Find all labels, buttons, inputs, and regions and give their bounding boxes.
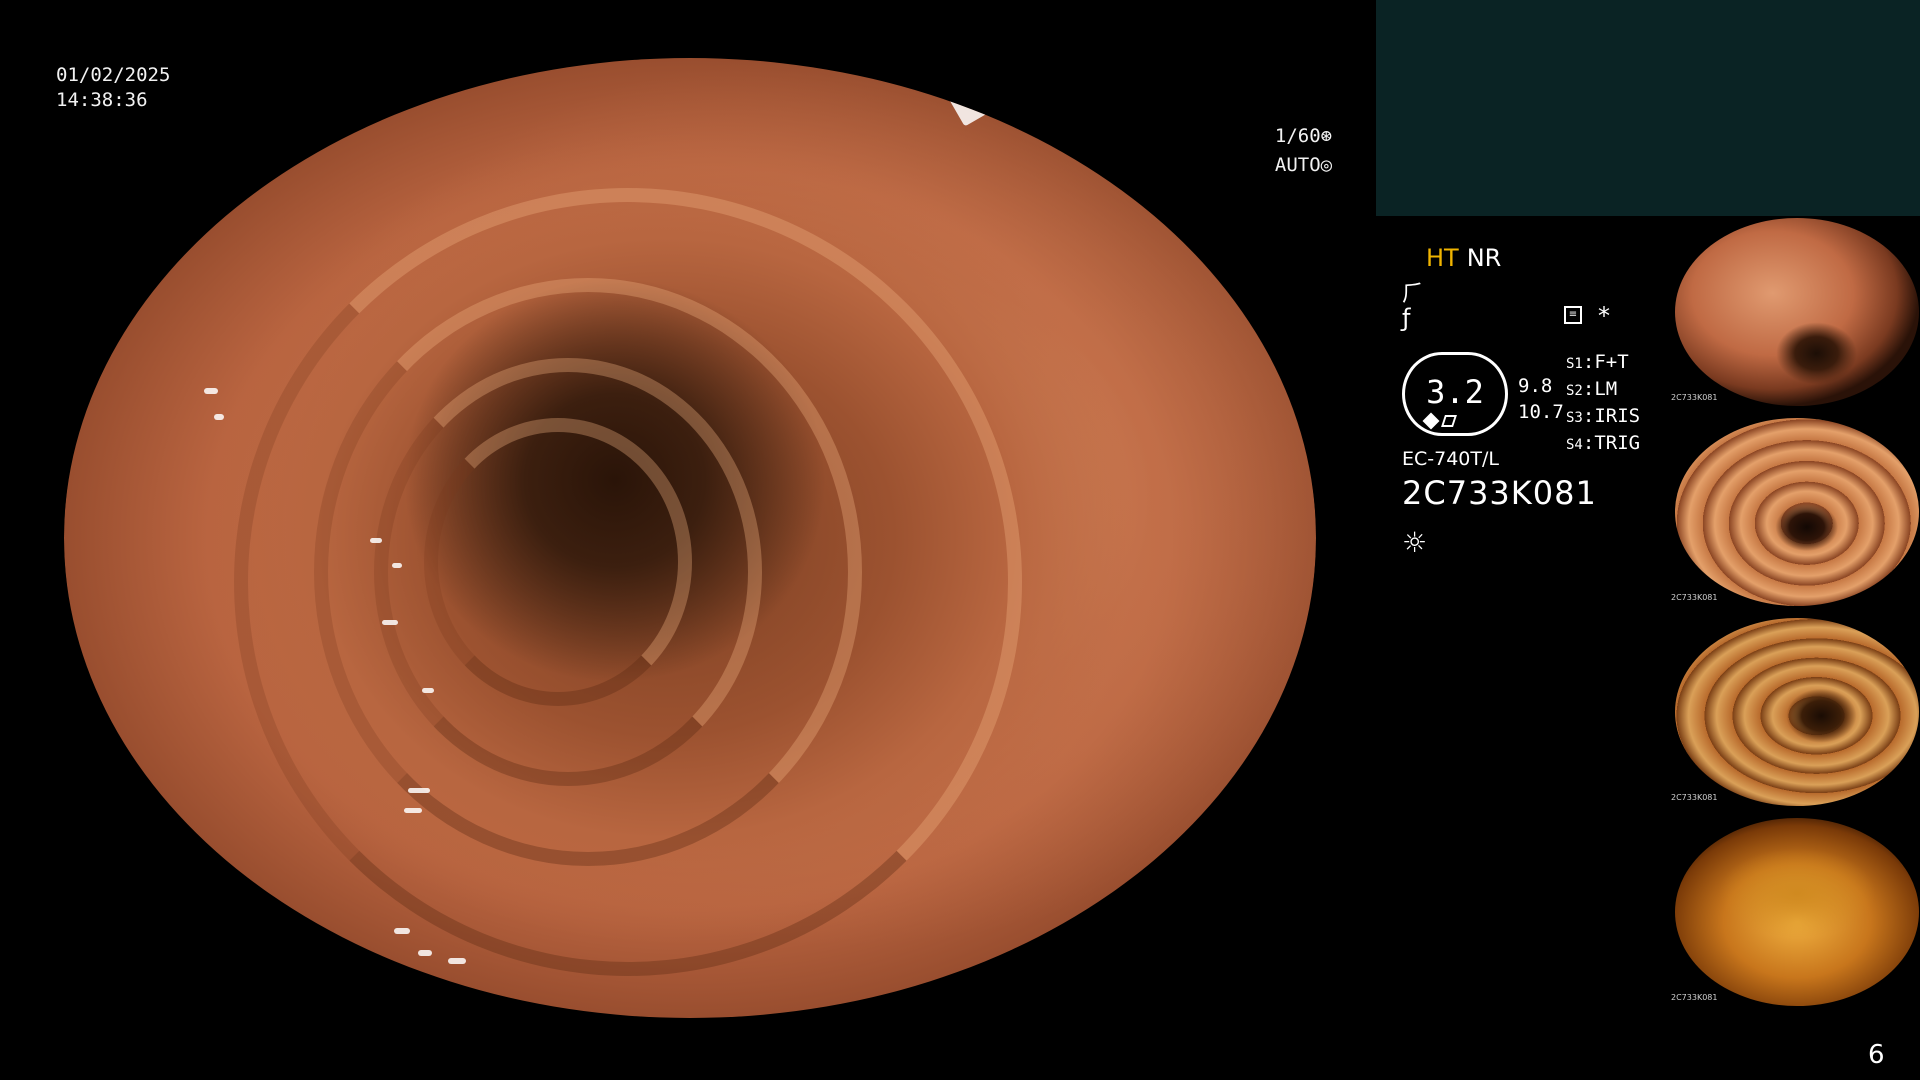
- switch-row: S3:IRIS: [1566, 405, 1641, 427]
- light-reflection: [408, 788, 430, 793]
- captured-image-thumbnail[interactable]: 2C733K081: [1671, 416, 1920, 608]
- light-reflection: [370, 538, 382, 543]
- thumbnail-header-band: [1376, 0, 1920, 216]
- light-reflection: [382, 620, 398, 625]
- light-reflection: [448, 958, 466, 964]
- switch-row: S1:F+T: [1566, 351, 1629, 373]
- mucosal-fold: [424, 418, 692, 706]
- thumbnail-serial: 2C733K081: [1671, 393, 1718, 402]
- light-reflection: [422, 688, 434, 693]
- light-reflection: [392, 563, 402, 568]
- light-reflection: [404, 808, 422, 813]
- switch-key: S2: [1566, 383, 1583, 399]
- exam-date: 01/02/2025: [56, 64, 171, 86]
- light-reflection: [204, 388, 218, 394]
- switch-key: S4: [1566, 437, 1583, 453]
- scope-model: EC-740T/L: [1402, 448, 1499, 470]
- iris-mode: AUTO◎: [1252, 128, 1332, 178]
- captured-image-thumbnail[interactable]: 2C733K081: [1671, 616, 1920, 808]
- menu-icon: ≡: [1564, 306, 1582, 324]
- ht-mode-label: HT: [1426, 244, 1459, 272]
- page-number: 6: [1868, 1040, 1885, 1070]
- nr-mode-label: NR: [1466, 244, 1502, 272]
- asterisk-icon: *: [1598, 302, 1610, 330]
- switch-key: S1: [1566, 356, 1583, 372]
- scope-serial: 2C733K081: [1402, 474, 1597, 512]
- captured-image-thumbnail[interactable]: 2C733K081: [1671, 216, 1920, 408]
- processor-info-panel: HT NR ⺁ ƒ ≡ * 3.2 9.8 10.7 S1:F+T S2:LM S…: [1384, 216, 1674, 596]
- light-source-icon: ☼: [1402, 526, 1428, 559]
- light-reflection: [394, 928, 410, 934]
- zoom-side-top: 9.8: [1518, 375, 1553, 397]
- zoom-side-values: 9.8 10.7: [1518, 373, 1564, 425]
- zoom-frame-icon: [1441, 415, 1457, 427]
- gamma-curve-icon: ƒ: [1402, 304, 1411, 332]
- captured-image-thumbnail[interactable]: 2C733K081: [1671, 816, 1920, 1008]
- iris-mode-value: AUTO: [1274, 154, 1321, 176]
- switch-value: LM: [1594, 378, 1618, 400]
- zoom-side-bottom: 10.7: [1518, 401, 1564, 423]
- switch-row: S4:TRIG: [1566, 432, 1641, 454]
- iris-icon: ◎: [1320, 154, 1333, 176]
- enhancement-mode-row: HT NR: [1426, 244, 1501, 272]
- zoom-value: 3.2: [1426, 373, 1484, 411]
- switch-value: IRIS: [1594, 405, 1641, 427]
- exam-time: 14:38:36: [56, 89, 148, 111]
- switch-value: TRIG: [1594, 432, 1641, 454]
- light-reflection: [418, 950, 432, 956]
- endoscopy-main-view: [64, 58, 1316, 1018]
- scope-switch-list: S1:F+T S2:LM S3:IRIS S4:TRIG: [1566, 350, 1640, 458]
- light-reflection: [214, 414, 224, 420]
- thumbnail-serial: 2C733K081: [1671, 593, 1718, 602]
- switch-row: S2:LM: [1566, 378, 1618, 400]
- zoom-diamond-icon: [1422, 412, 1440, 430]
- zoom-indicator: 3.2: [1402, 352, 1508, 436]
- switch-key: S3: [1566, 410, 1583, 426]
- thumbnail-serial: 2C733K081: [1671, 793, 1718, 802]
- light-reflection: [934, 61, 988, 127]
- thumbnail-serial: 2C733K081: [1671, 993, 1718, 1002]
- switch-value: F+T: [1594, 351, 1629, 373]
